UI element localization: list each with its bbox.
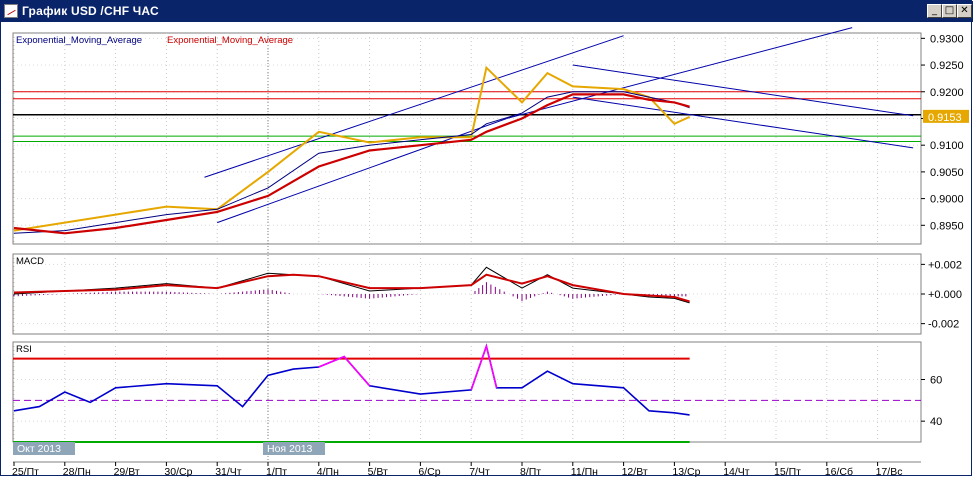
price-tick-label: 0.9000 [930,194,964,206]
chart-area[interactable]: 0.93000.92500.92000.91500.91000.90500.90… [1,22,973,477]
price-tick-label: 0.9100 [930,140,964,152]
price-tick-label: 0.9300 [930,33,964,45]
x-tick-label: 28/Пн [63,466,91,477]
x-tick-label: 29/Вт [114,466,140,477]
close-button[interactable]: ✕ [957,4,972,18]
rsi-tick-label: 40 [930,416,942,428]
rsi-panel-frame [12,341,922,443]
x-tick-label: 4/Пн [317,466,339,477]
x-tick-label: 30/Ср [164,466,192,477]
price-tick-label: 0.8950 [930,220,964,232]
x-tick-label: 7/Чт [469,466,490,477]
current-price-label: 0.9153 [928,112,962,124]
x-tick-label: 8/Пт [520,466,541,477]
x-tick-label: 12/Вт [622,466,648,477]
legend-ema-slow: Exponential_Moving_Average [167,35,293,46]
minimize-button[interactable]: _ [927,4,942,18]
maximize-button[interactable]: □ [942,4,957,18]
macd-tick-label: -0.002 [928,319,959,331]
macd-legend: MACD [16,256,44,267]
window-title: График USD /CHF ЧАС [22,4,159,18]
rsi-legend: RSI [16,344,32,355]
month-label: Ноя 2013 [267,443,313,455]
chart-window: График USD /CHF ЧАС _ □ ✕ 0.9300 0.9250 0.… [0,0,973,477]
x-tick-label: 25/Пт [12,466,39,477]
x-tick-label: 16/Сб [825,466,853,477]
x-tick-label: 6/Ср [418,466,440,477]
macd-tick-label: +0.000 [928,289,962,301]
x-tick-label: 13/Ср [672,466,700,477]
x-tick-label: 11/Пн [571,466,598,477]
title-bar[interactable]: График USD /CHF ЧАС _ □ ✕ [1,1,973,22]
x-tick-label: 5/Вт [368,466,388,477]
price-tick-label: 0.9250 [930,60,964,72]
rsi-tick-label: 60 [930,375,942,387]
legend-ema-fast: Exponential_Moving_Average [16,35,142,46]
macd-tick-label: +0.002 [928,259,962,271]
price-tick-label: 0.9200 [930,87,964,99]
x-tick-label: 14/Чт [723,466,750,477]
x-tick-label: 17/Вс [876,466,903,477]
x-tick-label: 31/Чт [215,466,242,477]
x-tick-label: 15/Пт [774,466,801,477]
month-label: Окт 2013 [17,443,61,455]
chart-window-icon [4,4,18,18]
price-tick-label: 0.9050 [930,167,964,179]
x-tick-label: 1/Пт [266,466,287,477]
